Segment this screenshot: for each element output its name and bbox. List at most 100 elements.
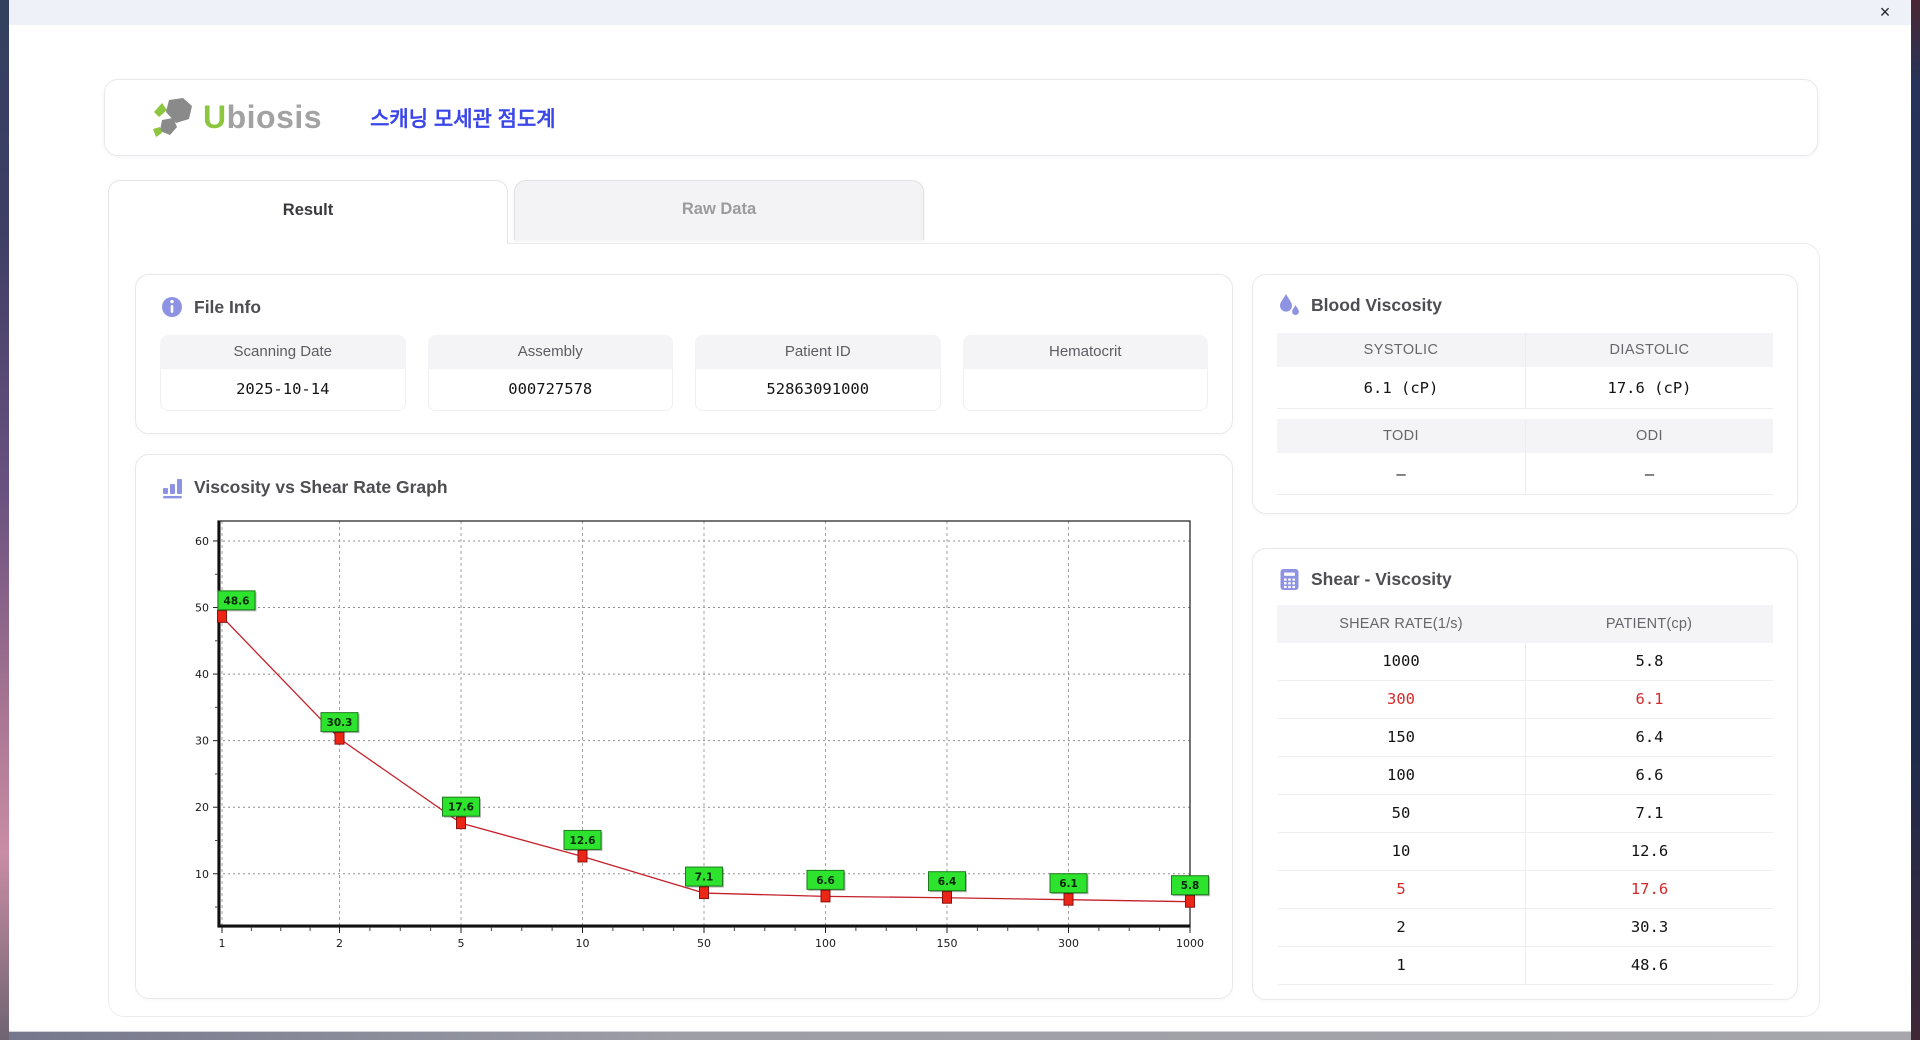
shear-rate-cell: 1000 xyxy=(1382,652,1420,670)
shear-rate-cell: 1 xyxy=(1396,956,1406,974)
patient-viscosity-cell: 6.1 xyxy=(1525,681,1773,718)
patient-viscosity-cell: 6.4 xyxy=(1525,719,1773,756)
shear-rate-cell: 150 xyxy=(1387,728,1415,746)
field-value: 2025-10-14 xyxy=(160,369,406,411)
svg-text:40: 40 xyxy=(195,668,209,681)
patient-viscosity-cell: 5.8 xyxy=(1525,643,1773,680)
file-info-field: Assembly 000727578 xyxy=(427,335,673,411)
viscosity-chart: 1 2 5 10 50 100 150 300 1000 10 20 30 40 50 60 48.6 30.3… xyxy=(195,520,1210,950)
svg-text:48.6: 48.6 xyxy=(224,595,250,607)
svg-text:100: 100 xyxy=(815,937,836,950)
bv-value-diastolic: 17.6 (cP) xyxy=(1525,367,1773,409)
shear-rate-cell: 10 xyxy=(1391,842,1411,860)
tab-raw-data[interactable]: Raw Data xyxy=(514,180,924,240)
svg-text:30: 30 xyxy=(195,735,209,748)
bv-value-row-2: – – xyxy=(1277,453,1773,495)
svg-text:10: 10 xyxy=(195,868,209,881)
file-info-field: Hematocrit xyxy=(962,335,1208,411)
brand-letter-u: U xyxy=(203,99,227,135)
desktop-edge-right xyxy=(1911,0,1920,1040)
shear-table-body: 1000 5.8 300 6.1 150 6.4 100 6.6 50 7.1 10 12.6 5 17.… xyxy=(1277,643,1773,985)
desktop-edge-left xyxy=(0,0,9,1040)
shear-rate-cell: 300 xyxy=(1387,690,1415,708)
shear-table-row: 150 6.4 xyxy=(1277,719,1773,757)
graph-title-row: Viscosity vs Shear Rate Graph xyxy=(160,475,1208,499)
bv-header-systolic: SYSTOLIC xyxy=(1277,333,1525,367)
svg-text:300: 300 xyxy=(1058,937,1079,950)
file-info-title-row: File Info xyxy=(160,295,1208,319)
blood-viscosity-panel: Blood Viscosity SYSTOLIC DIASTOLIC 6.1 (… xyxy=(1252,274,1798,514)
chart-container: 1 2 5 10 50 100 150 300 1000 10 20 30 40 50 60 48.6 30.3… xyxy=(160,509,1210,971)
bv-header-diastolic: DIASTOLIC xyxy=(1525,333,1773,367)
info-icon xyxy=(160,295,184,319)
field-value xyxy=(962,369,1208,411)
bv-value-systolic: 6.1 (cP) xyxy=(1277,367,1525,409)
shear-viscosity-title-row: Shear - Viscosity xyxy=(1277,567,1773,591)
blood-viscosity-title: Blood Viscosity xyxy=(1311,294,1442,315)
shear-table-row: 5 17.6 xyxy=(1277,871,1773,909)
svg-text:5: 5 xyxy=(458,937,465,950)
bar-chart-icon xyxy=(160,475,184,499)
svg-text:6.4: 6.4 xyxy=(938,876,957,888)
window-bottom-edge xyxy=(9,1031,1911,1040)
bv-header-todi: TODI xyxy=(1277,419,1525,453)
patient-viscosity-cell: 17.6 xyxy=(1525,871,1773,908)
blood-viscosity-table: SYSTOLIC DIASTOLIC 6.1 (cP) 17.6 (cP) TO… xyxy=(1277,333,1773,495)
svg-text:5.8: 5.8 xyxy=(1181,880,1200,892)
bv-header-row-2: TODI ODI xyxy=(1277,419,1773,453)
file-info-title: File Info xyxy=(194,296,262,317)
svg-text:1: 1 xyxy=(219,937,226,950)
svg-text:7.1: 7.1 xyxy=(695,872,714,884)
svg-text:1000: 1000 xyxy=(1176,937,1204,950)
patient-viscosity-cell: 30.3 xyxy=(1525,909,1773,946)
patient-viscosity-cell: 48.6 xyxy=(1525,947,1773,984)
calculator-icon xyxy=(1277,567,1301,591)
field-label: Scanning Date xyxy=(160,335,406,369)
app-screen: × Ubiosis 스캐닝 모세관 점도계 Result Raw Data Fi… xyxy=(0,0,1920,1040)
svg-text:150: 150 xyxy=(937,937,958,950)
svg-text:6.1: 6.1 xyxy=(1059,878,1078,890)
ubiosis-logo-icon xyxy=(153,97,192,137)
shear-rate-cell: 2 xyxy=(1396,918,1406,936)
file-info-field: Scanning Date 2025-10-14 xyxy=(160,335,406,411)
shear-table-row: 100 6.6 xyxy=(1277,757,1773,795)
shear-rate-cell: 50 xyxy=(1391,804,1411,822)
svg-text:30.3: 30.3 xyxy=(327,717,353,729)
blood-viscosity-title-row: Blood Viscosity xyxy=(1277,293,1773,317)
bv-header-row: SYSTOLIC DIASTOLIC xyxy=(1277,333,1773,367)
brand-logo: Ubiosis xyxy=(151,97,322,139)
window-titlebar: × xyxy=(9,0,1911,25)
file-info-fields: Scanning Date 2025-10-14 Assembly 000727578… xyxy=(160,335,1208,411)
field-value: 000727578 xyxy=(427,369,673,411)
shear-viscosity-title: Shear - Viscosity xyxy=(1311,568,1452,589)
field-value: 52863091000 xyxy=(695,369,941,411)
shear-table-row: 10 12.6 xyxy=(1277,833,1773,871)
window-close-button[interactable]: × xyxy=(1873,1,1897,23)
svg-text:60: 60 xyxy=(195,535,209,548)
app-korean-title: 스캐닝 모세관 점도계 xyxy=(370,107,556,131)
bv-header-odi: ODI xyxy=(1525,419,1773,453)
brand-rest: biosis xyxy=(226,99,323,135)
shear-table-header: SHEAR RATE(1/s) PATIENT(cp) xyxy=(1277,605,1773,643)
svg-text:17.6: 17.6 xyxy=(448,802,474,814)
svg-text:50: 50 xyxy=(697,937,711,950)
brand-wordmark: Ubiosis xyxy=(203,99,322,136)
shear-rate-cell: 100 xyxy=(1387,766,1415,784)
shear-table-row: 50 7.1 xyxy=(1277,795,1773,833)
file-info-field: Patient ID 52863091000 xyxy=(695,335,941,411)
shear-table-row: 1000 5.8 xyxy=(1277,643,1773,681)
shear-viscosity-table: SHEAR RATE(1/s) PATIENT(cp) 1000 5.8 300 6.… xyxy=(1277,605,1773,985)
bv-value-row: 6.1 (cP) 17.6 (cP) xyxy=(1277,367,1773,409)
file-info-panel: File Info Scanning Date 2025-10-14 Assembl… xyxy=(135,274,1233,434)
shear-table-row: 300 6.1 xyxy=(1277,681,1773,719)
bv-value-todi: – xyxy=(1277,453,1525,495)
graph-panel: Viscosity vs Shear Rate Graph 1 2 5 10 50 100… xyxy=(135,454,1233,999)
bv-row-gap xyxy=(1277,409,1773,419)
svg-text:6.6: 6.6 xyxy=(816,875,835,887)
tab-result[interactable]: Result xyxy=(108,180,508,244)
shear-table-row: 1 48.6 xyxy=(1277,947,1773,985)
shear-col-rate: SHEAR RATE(1/s) xyxy=(1339,616,1463,632)
droplets-icon xyxy=(1277,293,1301,317)
patient-viscosity-cell: 7.1 xyxy=(1525,795,1773,832)
svg-text:2: 2 xyxy=(336,937,343,950)
